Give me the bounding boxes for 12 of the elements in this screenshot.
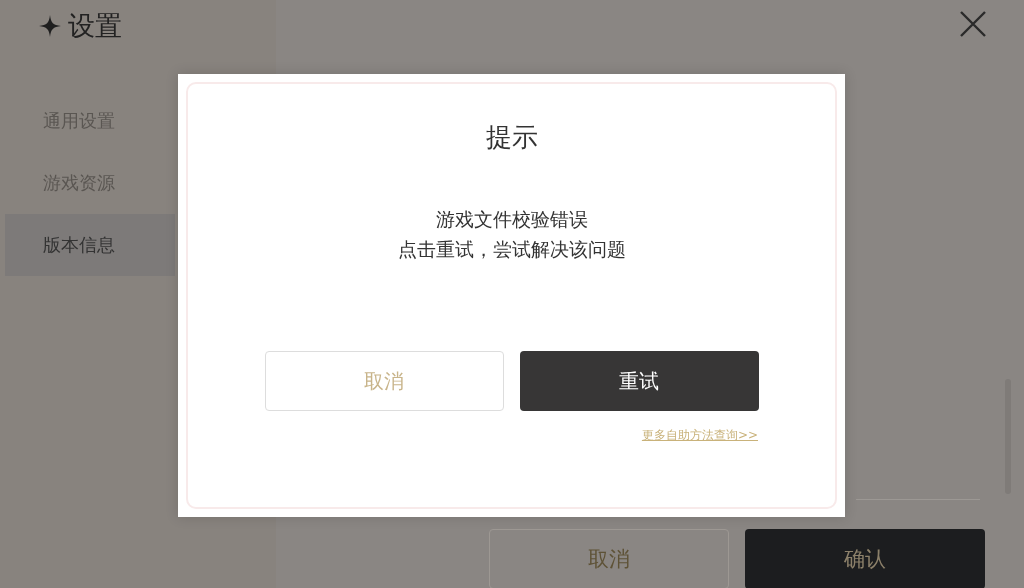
help-link[interactable]: 更多自助方法查询>> [641, 427, 758, 444]
message-text: 游戏文件校验错误 [435, 207, 588, 231]
sidebar-item[interactable]: 版本信息 [5, 214, 175, 276]
settings-title: 设置 [68, 9, 122, 43]
retry-button[interactable]: 重试 [519, 351, 759, 411]
cancel-button[interactable]: 取消 [489, 529, 729, 588]
confirm-button[interactable]: 确认 [745, 529, 985, 588]
sparkle-icon [38, 14, 62, 38]
message-text: 点击重试，尝试解决该问题 [397, 237, 626, 261]
close-icon[interactable] [960, 11, 986, 37]
dialog-title: 提示 [485, 121, 538, 154]
cancel-button[interactable]: 取消 [264, 351, 504, 411]
